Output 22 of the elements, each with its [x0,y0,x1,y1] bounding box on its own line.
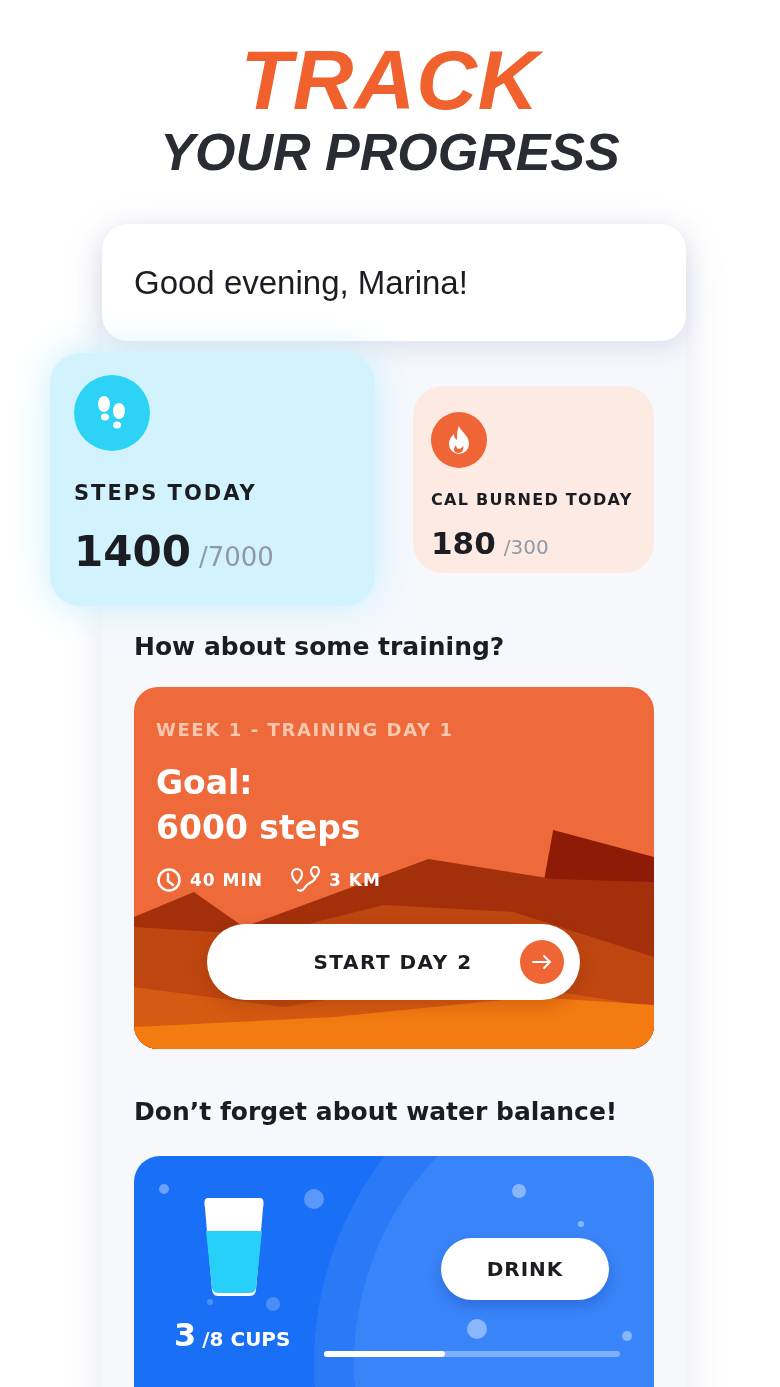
water-glass-icon [204,1196,264,1298]
stat-label: CAL BURNED TODAY [431,490,634,509]
stat-value: 1400 [74,527,191,576]
drink-button[interactable]: DRINK [441,1238,609,1300]
stat-goal: /7000 [198,542,274,572]
greeting-text: Good evening, Marina! [134,263,468,302]
duration-text: 40 MIN [190,870,264,890]
training-week: WEEK 1 - TRAINING DAY 1 [156,719,455,740]
cups-count: 3 [174,1316,197,1354]
distance-text: 3 KM [329,870,381,890]
clock-icon [156,867,182,893]
headline-subtitle: YOUR PROGRESS [160,124,620,180]
stat-label: STEPS TODAY [74,481,258,505]
stat-goal: /300 [503,535,549,559]
stat-value: 180 [431,525,496,561]
section-heading: Don’t forget about water balance! [134,1097,619,1126]
flame-icon [447,425,471,455]
start-day-button[interactable]: START DAY 2 [206,924,580,1000]
section-heading: How about some training? [134,632,506,661]
cups-total: /8 CUPS [202,1327,291,1351]
goal-text: Goal: 6000 steps [156,762,362,849]
route-icon [291,866,322,894]
